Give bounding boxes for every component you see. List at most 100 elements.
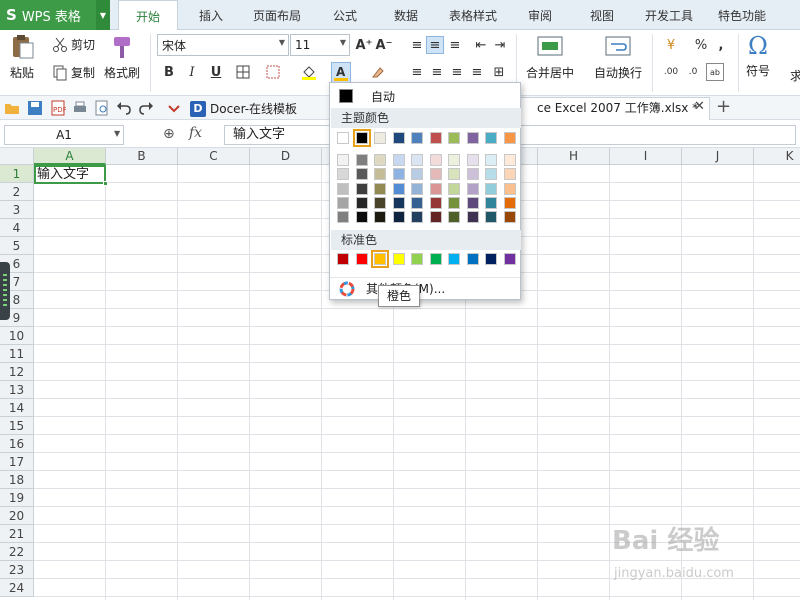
decrease-decimal-icon[interactable]: .0 <box>684 63 702 81</box>
theme-shade-swatch[interactable] <box>374 182 386 195</box>
row-header-22[interactable]: 22 <box>0 543 34 561</box>
fill-handle[interactable] <box>103 181 108 186</box>
theme-shade-swatch[interactable] <box>411 211 423 224</box>
tab-home[interactable]: 开始 <box>118 0 178 31</box>
row-header-4[interactable]: 4 <box>0 219 34 237</box>
theme-shade-swatch[interactable] <box>448 196 460 209</box>
font-color-button[interactable]: A <box>331 62 351 84</box>
print-icon[interactable] <box>72 100 88 116</box>
theme-shade-swatch[interactable] <box>448 154 460 166</box>
theme-shade-swatch[interactable] <box>392 182 405 195</box>
font-name-select[interactable]: 宋体 ▼ <box>157 34 289 56</box>
align-top-icon[interactable]: ≡ <box>408 36 426 54</box>
chevron-down-icon[interactable]: ▼ <box>96 0 110 30</box>
font-size-select[interactable]: 11 ▼ <box>290 34 350 56</box>
row-header-3[interactable]: 3 <box>0 201 34 219</box>
standard-color-swatch[interactable] <box>429 253 442 265</box>
increase-decimal-icon[interactable]: .00 <box>662 63 680 81</box>
standard-color-swatch[interactable] <box>392 253 405 265</box>
name-box[interactable]: A1 <box>4 125 124 145</box>
align-bottom-icon[interactable]: ≡ <box>446 36 464 54</box>
theme-shade-swatch[interactable] <box>485 196 497 209</box>
theme-shade-swatch[interactable] <box>429 182 442 195</box>
theme-shade-swatch[interactable] <box>392 168 405 181</box>
theme-shade-swatch[interactable] <box>429 196 442 209</box>
column-header-b[interactable]: B <box>106 148 178 165</box>
row-header-20[interactable]: 20 <box>0 507 34 525</box>
column-header-i[interactable]: I <box>610 148 682 165</box>
row-header-23[interactable]: 23 <box>0 561 34 579</box>
row-header-19[interactable]: 19 <box>0 489 34 507</box>
chevron-down-icon[interactable]: ▼ <box>114 129 120 138</box>
new-tab-plus-icon[interactable]: + <box>716 96 731 117</box>
theme-shade-swatch[interactable] <box>429 168 442 181</box>
column-header-a[interactable]: A <box>34 148 106 165</box>
app-menu-button[interactable]: S WPS 表格 ▼ <box>0 0 110 30</box>
theme-shade-swatch[interactable] <box>503 182 516 195</box>
open-folder-icon[interactable] <box>4 100 20 116</box>
theme-shade-swatch[interactable] <box>448 211 460 224</box>
theme-shade-swatch[interactable] <box>355 154 368 166</box>
row-header-17[interactable]: 17 <box>0 453 34 471</box>
theme-color-swatch[interactable] <box>392 132 405 144</box>
standard-color-swatch[interactable] <box>485 253 497 265</box>
theme-shade-swatch[interactable] <box>411 168 423 181</box>
theme-shade-swatch[interactable] <box>355 196 368 209</box>
standard-color-swatch[interactable] <box>503 253 516 265</box>
select-all-corner[interactable] <box>0 148 34 165</box>
theme-shade-swatch[interactable] <box>411 196 423 209</box>
align-center-icon[interactable]: ≡ <box>428 63 446 81</box>
save-icon[interactable] <box>27 100 43 116</box>
customize-icon[interactable] <box>166 100 182 116</box>
next-group-label[interactable]: 求 <box>790 67 800 84</box>
column-header-c[interactable]: C <box>178 148 250 165</box>
theme-shade-swatch[interactable] <box>448 182 460 195</box>
row-header-21[interactable]: 21 <box>0 525 34 543</box>
theme-color-swatch[interactable] <box>503 132 516 144</box>
align-right-icon[interactable]: ≡ <box>448 63 466 81</box>
font-grow-icon[interactable]: A⁺ <box>355 36 373 54</box>
merge-center-button[interactable]: 合并居中 <box>526 34 574 81</box>
theme-shade-swatch[interactable] <box>485 154 497 166</box>
theme-shade-swatch[interactable] <box>466 154 479 166</box>
tab-developer[interactable]: 开发工具 <box>638 0 700 30</box>
theme-shade-swatch[interactable] <box>411 182 423 195</box>
tab-special-features[interactable]: 特色功能 <box>710 0 774 30</box>
side-panel-handle[interactable] <box>0 262 10 320</box>
theme-shade-swatch[interactable] <box>466 168 479 181</box>
cell-pattern-icon[interactable] <box>264 63 282 81</box>
theme-shade-swatch[interactable] <box>392 211 405 224</box>
fill-color-icon[interactable] <box>300 63 318 81</box>
standard-color-swatch[interactable] <box>411 253 423 265</box>
zoom-function-icon[interactable]: ⊕ <box>163 126 175 142</box>
standard-color-swatch[interactable] <box>337 253 349 265</box>
theme-shade-swatch[interactable] <box>355 211 368 224</box>
close-icon[interactable]: ✕ <box>694 99 705 114</box>
document-tab[interactable]: ce Excel 2007 工作簿.xlsx * <box>520 97 710 120</box>
theme-shade-swatch[interactable] <box>374 154 386 166</box>
theme-color-swatch[interactable] <box>466 132 479 144</box>
row-header-12[interactable]: 12 <box>0 363 34 381</box>
copy-button[interactable]: 复制 <box>52 64 95 81</box>
theme-shade-swatch[interactable] <box>503 168 516 181</box>
theme-color-swatch[interactable] <box>374 132 386 144</box>
tab-review[interactable]: 审阅 <box>517 0 563 30</box>
column-header-k[interactable]: K <box>754 148 800 165</box>
align-left-icon[interactable]: ≡ <box>408 63 426 81</box>
theme-color-swatch[interactable] <box>485 132 497 144</box>
theme-color-swatch[interactable] <box>411 132 423 144</box>
redo-icon[interactable] <box>138 100 154 116</box>
row-header-15[interactable]: 15 <box>0 417 34 435</box>
theme-shade-swatch[interactable] <box>392 196 405 209</box>
standard-color-swatch[interactable] <box>448 253 460 265</box>
theme-shade-swatch[interactable] <box>392 154 405 166</box>
symbol-button[interactable]: Ω 符号 <box>746 32 770 79</box>
row-header-2[interactable]: 2 <box>0 183 34 201</box>
row-header-24[interactable]: 24 <box>0 579 34 597</box>
column-header-d[interactable]: D <box>250 148 322 165</box>
bold-icon[interactable]: B <box>160 63 178 81</box>
wrap-text-button[interactable]: 自动换行 <box>594 34 642 81</box>
fx-icon[interactable]: fx <box>189 125 202 141</box>
row-header-11[interactable]: 11 <box>0 345 34 363</box>
increase-indent-icon[interactable]: ⇥ <box>491 36 509 54</box>
